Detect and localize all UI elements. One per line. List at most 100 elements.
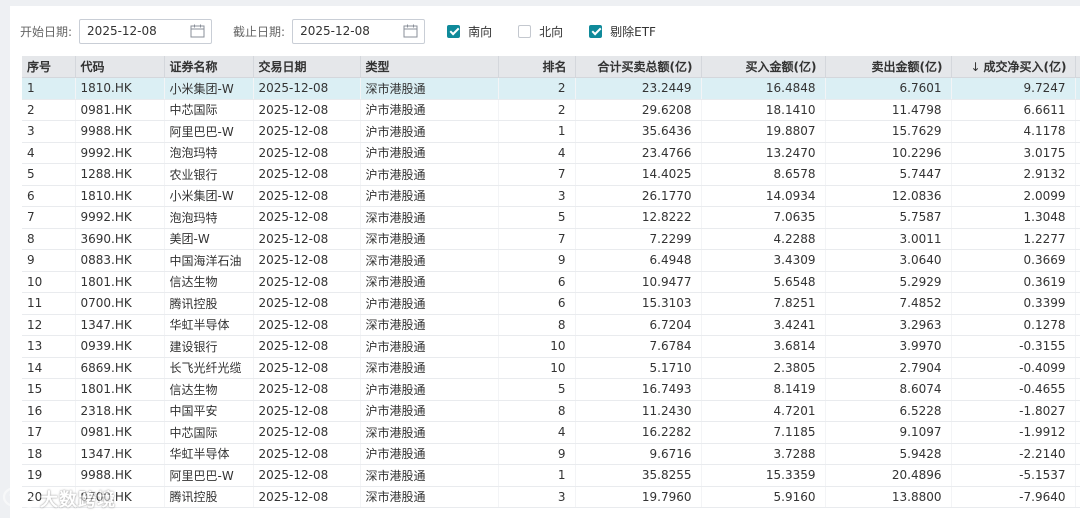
table-row[interactable]: 4 9992.HK 泡泡玛特 2025-12-08 沪市港股通 4 23.4766 13.24…	[22, 142, 1080, 164]
cell-name: 农业银行	[164, 163, 254, 186]
cell-net: 3.0175	[951, 142, 1076, 164]
cell-sell: 2.7904	[825, 357, 952, 379]
calendar-icon[interactable]	[403, 24, 418, 38]
cell-code: 1347.HK	[75, 314, 165, 336]
cell-buy: 3.4241	[701, 314, 826, 336]
cell-rank: 8	[498, 400, 576, 422]
cell-code: 1801.HK	[75, 271, 165, 293]
cell-code: 1801.HK	[75, 378, 165, 401]
col-header-date[interactable]: 交易日期	[253, 56, 361, 78]
table-row[interactable]: 16 2318.HK 中国平安 2025-12-08 沪市港股通 8 11.2430 4.72…	[22, 400, 1080, 422]
cell-code: 0981.HK	[75, 421, 165, 444]
cell-name: 信达生物	[164, 271, 254, 293]
calendar-icon[interactable]	[190, 24, 205, 38]
cell-name: 泡泡玛特	[164, 142, 254, 164]
cell-date: 2025-12-08	[253, 99, 361, 121]
cell-date: 2025-12-08	[253, 421, 361, 444]
cell-sell: 3.0011	[825, 228, 952, 250]
col-header-sell[interactable]: 卖出金额(亿)	[825, 56, 952, 78]
col-header-name[interactable]: 证券名称	[164, 56, 254, 78]
table-row[interactable]: 3 9988.HK 阿里巴巴-W 2025-12-08 沪市港股通 1 35.6436 19.…	[22, 120, 1080, 143]
table-row[interactable]: 15 1801.HK 信达生物 2025-12-08 沪市港股通 5 16.7493 8.14…	[22, 378, 1080, 401]
cell-type: 深市港股通	[360, 421, 499, 444]
cell-index: 11	[22, 292, 76, 315]
cell-code: 0700.HK	[75, 292, 165, 315]
cell-net: 0.1278	[951, 314, 1076, 336]
table-row[interactable]: 9 0883.HK 中国海洋石油 2025-12-08 深市港股通 9 6.4948 3.43…	[22, 249, 1080, 272]
cell-rank: 9	[498, 249, 576, 272]
cell-index: 4	[22, 142, 76, 164]
end-date-picker[interactable]	[292, 18, 426, 44]
cell-name: 中芯国际	[164, 421, 254, 444]
check-icon[interactable]	[589, 24, 603, 38]
cell-rank: 7	[498, 228, 576, 250]
cell-filler	[1075, 163, 1080, 186]
southbound-checkbox[interactable]: 南向	[447, 23, 492, 40]
start-date-input[interactable]	[87, 24, 183, 38]
cell-filler	[1075, 421, 1080, 444]
sort-desc-icon[interactable]: ↓	[970, 60, 980, 74]
data-grid: 序号 代码 证券名称 交易日期 类型 排名 合计买卖总额(亿) 买入金额(亿) …	[22, 56, 1080, 518]
table-row[interactable]: 20 0700.HK 腾讯控股 2025-12-08 深市港股通 3 19.7960 5.91…	[22, 486, 1080, 508]
table-row[interactable]: 14 6869.HK 长飞光纤光缆 2025-12-08 深市港股通 10 5.1710 2.…	[22, 357, 1080, 379]
cell-filler	[1075, 185, 1080, 207]
table-row[interactable]: 8 3690.HK 美团-W 2025-12-08 深市港股通 7 7.2299 4.2288…	[22, 228, 1080, 250]
table-row[interactable]: 10 1801.HK 信达生物 2025-12-08 深市港股通 6 10.9477 5.65…	[22, 271, 1080, 293]
col-header-rank[interactable]: 排名	[498, 56, 576, 78]
exclude-etf-checkbox[interactable]: 剔除ETF	[589, 23, 656, 40]
cell-name: 腾讯控股	[164, 292, 254, 315]
table-row[interactable]: 2 0981.HK 中芯国际 2025-12-08 沪市港股通 2 29.6208 18.14…	[22, 99, 1080, 121]
table-row[interactable]: 5 1288.HK 农业银行 2025-12-08 沪市港股通 7 14.4025 8.657…	[22, 163, 1080, 186]
col-header-type[interactable]: 类型	[360, 56, 499, 78]
cell-type: 深市港股通	[360, 464, 499, 487]
col-header-total[interactable]: 合计买卖总额(亿)	[575, 56, 702, 78]
table-row[interactable]: 13 0939.HK 建设银行 2025-12-08 沪市港股通 10 7.6784 3.68…	[22, 335, 1080, 358]
cell-type: 深市港股通	[360, 206, 499, 229]
cell-type: 沪市港股通	[360, 120, 499, 143]
cell-code: 1288.HK	[75, 163, 165, 186]
cell-rank: 7	[498, 163, 576, 186]
table-row[interactable]: 7 9992.HK 泡泡玛特 2025-12-08 深市港股通 5 12.8222 7.063…	[22, 206, 1080, 229]
cell-net: -1.9912	[951, 421, 1076, 444]
cell-date: 2025-12-08	[253, 335, 361, 358]
table-row[interactable]: 18 1347.HK 华虹半导体 2025-12-08 沪市港股通 9 9.6716 3.72…	[22, 443, 1080, 465]
cell-sell: 5.7447	[825, 163, 952, 186]
cell-date: 2025-12-08	[253, 271, 361, 293]
table-row[interactable]: 12 1347.HK 华虹半导体 2025-12-08 深市港股通 8 6.7204 3.42…	[22, 314, 1080, 336]
northbound-checkbox[interactable]: 北向	[518, 23, 563, 40]
check-icon[interactable]	[447, 24, 461, 38]
end-date-input[interactable]	[300, 24, 396, 38]
cell-buy: 18.1410	[701, 99, 826, 121]
checkbox-empty-icon[interactable]	[518, 24, 532, 38]
cell-sell: 13.8800	[825, 486, 952, 508]
table-row[interactable]: 6 1810.HK 小米集团-W 2025-12-08 沪市港股通 3 26.1770 14.…	[22, 185, 1080, 207]
table-row[interactable]: 11 0700.HK 腾讯控股 2025-12-08 沪市港股通 6 15.3103 7.82…	[22, 292, 1080, 315]
table-row[interactable]: 1 1810.HK 小米集团-W 2025-12-08 深市港股通 2 23.2449 16.…	[22, 77, 1080, 100]
cell-index: 19	[22, 464, 76, 487]
main-panel: 开始日期: 截止日期: 南向 北向	[10, 6, 1080, 518]
cell-type: 沪市港股通	[360, 185, 499, 207]
table-row[interactable]: 19 9988.HK 阿里巴巴-W 2025-12-08 深市港股通 1 35.8255 15…	[22, 464, 1080, 487]
cell-buy: 15.3359	[701, 464, 826, 487]
start-date-picker[interactable]	[79, 18, 213, 44]
cell-date: 2025-12-08	[253, 163, 361, 186]
cell-name: 阿里巴巴-W	[164, 464, 254, 487]
cell-sell: 10.2296	[825, 142, 952, 164]
col-header-buy[interactable]: 买入金额(亿)	[701, 56, 826, 78]
cell-rank: 1	[498, 120, 576, 143]
col-header-index[interactable]: 序号	[22, 56, 76, 78]
cell-net: 0.3399	[951, 292, 1076, 315]
cell-buy: 13.2470	[701, 142, 826, 164]
cell-name: 美团-W	[164, 228, 254, 250]
cell-net: -0.4099	[951, 357, 1076, 379]
cell-date: 2025-12-08	[253, 486, 361, 508]
col-header-code[interactable]: 代码	[75, 56, 165, 78]
cell-index: 8	[22, 228, 76, 250]
cell-buy: 4.7201	[701, 400, 826, 422]
col-header-net[interactable]: ↓ 成交净买入(亿)	[951, 56, 1076, 78]
cell-name: 腾讯控股	[164, 486, 254, 508]
cell-sell: 8.6074	[825, 378, 952, 401]
cell-filler	[1075, 120, 1080, 143]
cell-type: 沪市港股通	[360, 292, 499, 315]
table-row[interactable]: 17 0981.HK 中芯国际 2025-12-08 深市港股通 4 16.2282 7.11…	[22, 421, 1080, 444]
